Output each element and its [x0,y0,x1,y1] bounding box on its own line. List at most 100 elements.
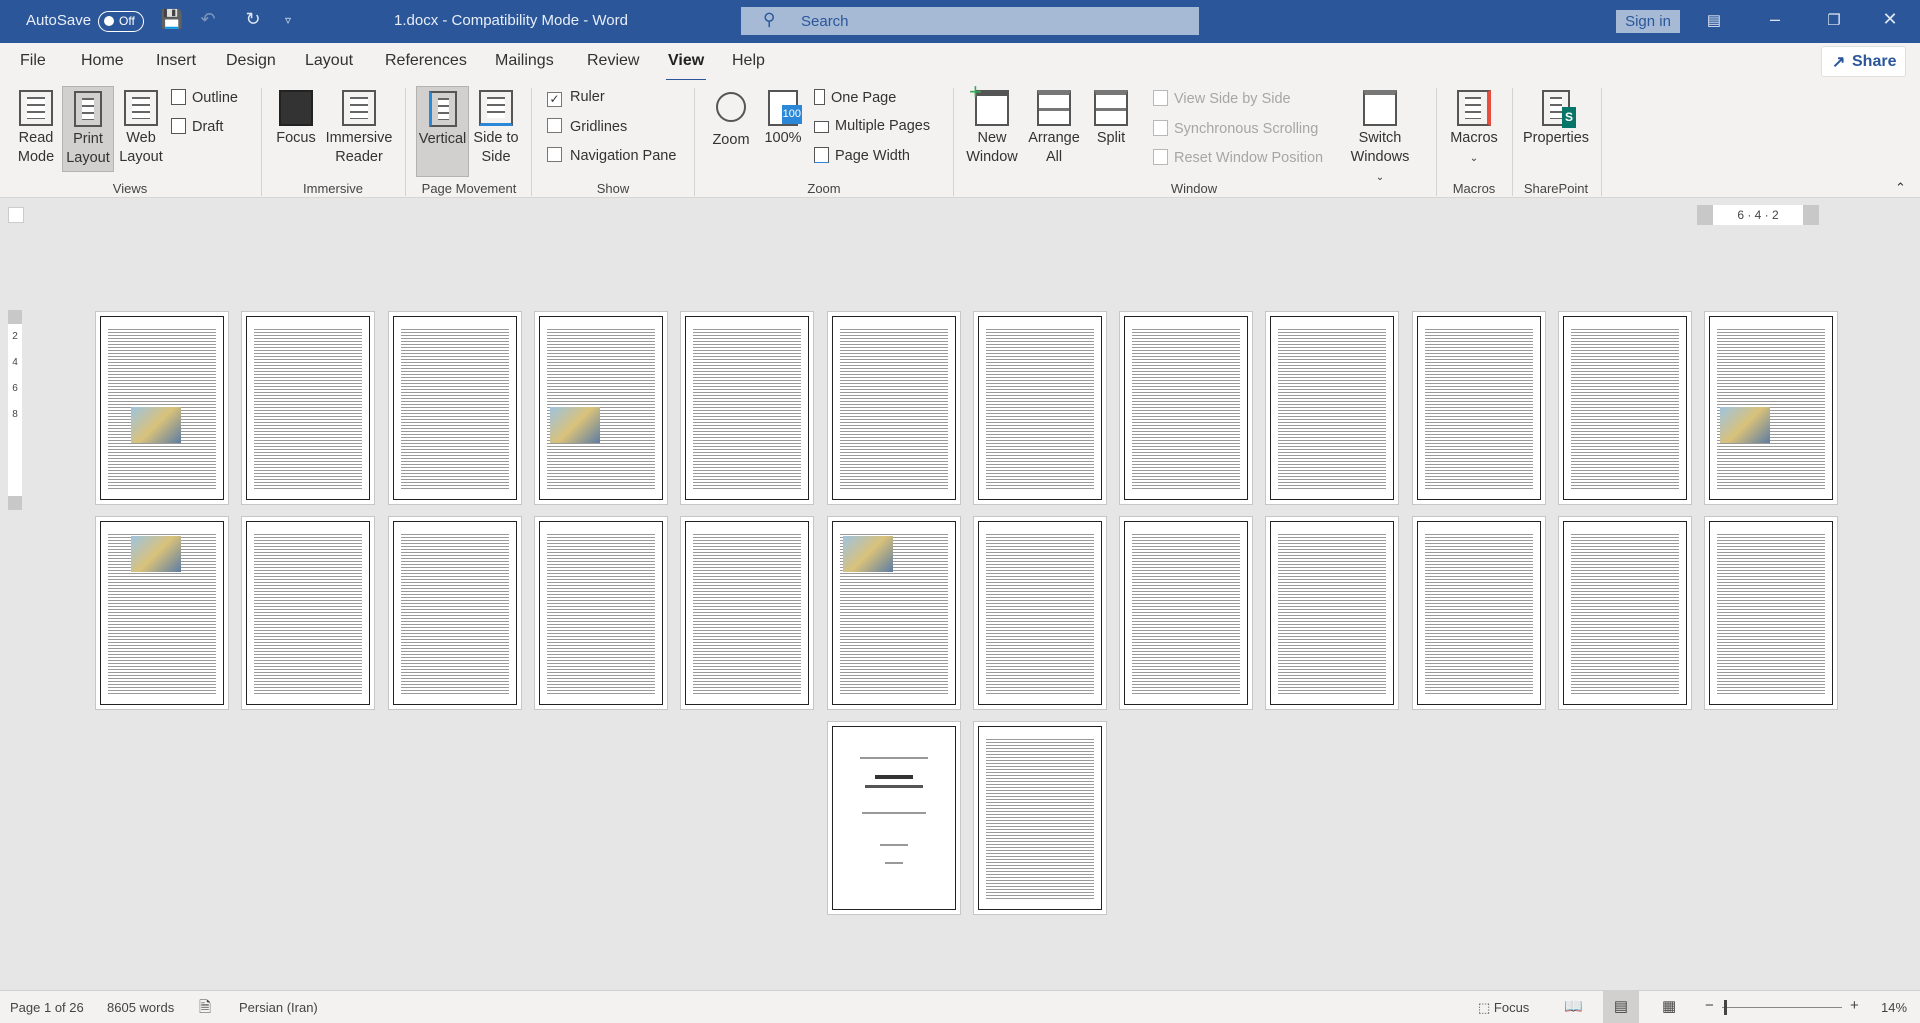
tab-insert[interactable]: Insert [156,52,196,70]
reset-window-position-button[interactable]: Reset Window Position [1153,149,1323,166]
page-thumbnail[interactable] [826,721,961,915]
page-thumbnail[interactable] [387,311,522,505]
properties-button[interactable]: S Properties [1518,86,1594,172]
focus-mode-button[interactable]: ⬚ Focus [1478,1000,1529,1016]
synchronous-scrolling-button[interactable]: Synchronous Scrolling [1153,120,1318,137]
search-input[interactable]: ⚲ Search [741,7,1199,35]
page-thumbnail[interactable] [1558,311,1692,505]
horizontal-ruler[interactable]: 6 · 4 · 2 [1697,205,1819,225]
zoom-slider-thumb[interactable] [1724,1000,1727,1015]
page-thumbnail[interactable] [972,311,1107,505]
language[interactable]: Persian (Iran) [239,1000,318,1015]
save-icon[interactable]: 💾 [157,9,187,30]
page-count[interactable]: Page 1 of 26 [10,1000,84,1015]
web-layout-view-icon[interactable]: ▦ [1662,997,1676,1015]
gridlines-checkbox[interactable]: Gridlines [547,118,627,135]
tab-selector[interactable] [8,207,24,223]
focus-button[interactable]: Focus [274,86,318,172]
read-mode-view-icon[interactable]: 📖 [1564,997,1583,1015]
page-thumbnail[interactable] [680,516,815,710]
page-thumbnail[interactable] [680,311,815,505]
proofing-icon[interactable]: 🗎 [199,997,211,1022]
page-thumbnail[interactable] [533,311,668,505]
vertical-ruler[interactable]: 2 4 6 8 [8,310,22,510]
zoom-slider[interactable] [1722,1000,1842,1015]
zoom-out-button[interactable]: − [1705,997,1714,1014]
page-thumbnail[interactable] [1411,311,1546,505]
new-window-button[interactable]: + New Window [962,81,1022,172]
page-thumbnail[interactable] [95,516,229,710]
page-thumbnail[interactable] [826,311,961,505]
title-bar: AutoSave Off 💾 ↶ ↻ ▿ 1.docx - Compatibil… [0,0,1920,43]
vertical-button[interactable]: Vertical [416,86,469,177]
page-thumbnail[interactable] [241,311,376,505]
zoom-level[interactable]: 14% [1881,1000,1907,1015]
page-thumbnail[interactable] [1704,516,1839,710]
collapse-ribbon-icon[interactable]: ⌃ [1895,180,1906,196]
side-to-side-icon [479,90,513,126]
undo-icon[interactable]: ↶ [193,9,223,30]
split-button[interactable]: Split [1088,86,1134,172]
print-layout-view-icon[interactable]: ▤ [1603,991,1639,1023]
one-page-button[interactable]: One Page [814,89,896,106]
zoom-100-button[interactable]: 100 100% [760,86,806,172]
tab-mailings[interactable]: Mailings [495,52,554,70]
sign-in-button[interactable]: Sign in [1616,10,1680,33]
view-side-by-side-label: View Side by Side [1174,91,1291,107]
zoom-button[interactable]: Zoom [707,86,755,172]
tab-help[interactable]: Help [732,52,765,70]
divider [261,88,262,196]
ribbon-display-options-icon[interactable]: ▤ [1699,11,1729,29]
share-button[interactable]: ↗ Share [1821,46,1906,77]
zoom-in-button[interactable]: + [1850,997,1859,1014]
navigation-pane-check-icon [547,147,562,162]
tab-references[interactable]: References [385,52,467,70]
tab-home[interactable]: Home [81,52,124,70]
page-thumbnail[interactable] [972,516,1107,710]
page-thumbnail[interactable] [95,311,229,505]
zoom-100-label: 100% [764,130,802,146]
divider [531,88,532,196]
tab-view[interactable]: View [665,52,707,82]
page-width-button[interactable]: Page Width [814,147,910,164]
print-layout-button[interactable]: Print Layout [62,86,114,172]
page-thumbnail[interactable] [241,516,376,710]
tab-design[interactable]: Design [226,52,276,70]
immersive-reader-button[interactable]: Immersive Reader [322,86,396,172]
page-thumbnail[interactable] [1265,516,1400,710]
page-thumbnail[interactable] [1265,311,1400,505]
page-thumbnail[interactable] [1704,311,1839,505]
side-to-side-button[interactable]: Side to Side [471,86,521,172]
redo-icon[interactable]: ↻ [238,9,268,30]
page-thumbnail[interactable] [1411,516,1546,710]
ruler-checkbox[interactable]: ✓ Ruler [547,89,605,107]
outline-button[interactable]: Outline [171,89,238,106]
web-layout-button[interactable]: Web Layout [116,86,166,172]
page-thumbnail[interactable] [1558,516,1692,710]
page-100-icon: 100 [768,90,802,126]
window-group-label: Window [1170,181,1218,196]
restore-icon[interactable]: ❐ [1819,11,1849,29]
arrange-all-button[interactable]: Arrange All [1026,86,1082,172]
page-thumbnail[interactable] [387,516,522,710]
switch-windows-button[interactable]: Switch Windows ⌄ [1345,86,1415,183]
customize-toolbar-icon[interactable]: ▿ [273,13,303,27]
page-thumbnail[interactable] [1119,311,1254,505]
navigation-pane-checkbox[interactable]: Navigation Pane [547,147,676,164]
draft-button[interactable]: Draft [171,118,223,135]
view-side-by-side-button[interactable]: View Side by Side [1153,90,1291,107]
page-thumbnail[interactable] [826,516,961,710]
page-thumbnail[interactable] [1119,516,1254,710]
read-mode-button[interactable]: Read Mode [12,86,60,172]
page-thumbnail[interactable] [533,516,668,710]
tab-layout[interactable]: Layout [305,52,353,70]
autosave-toggle[interactable]: Off [98,11,144,32]
minimize-icon[interactable]: – [1760,9,1790,30]
tab-review[interactable]: Review [587,52,639,70]
tab-file[interactable]: File [20,52,46,70]
close-icon[interactable]: ✕ [1875,9,1905,30]
word-count[interactable]: 8605 words [107,1000,174,1015]
page-thumbnail[interactable] [972,721,1107,915]
macros-button[interactable]: Macros ⌄ [1446,86,1502,172]
multiple-pages-button[interactable]: Multiple Pages [814,118,930,134]
